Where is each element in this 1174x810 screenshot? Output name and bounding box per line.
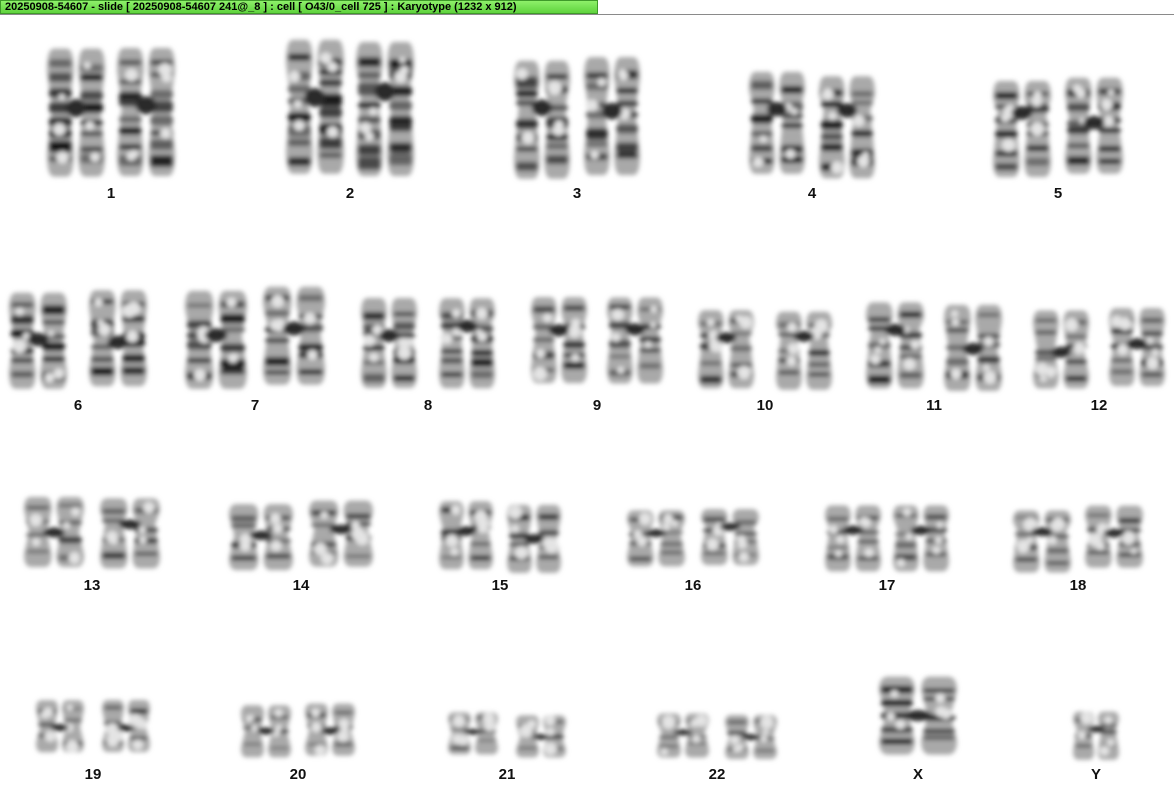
window-title-bar: 20250908-54607 - slide [ 20250908-54607 … [0, 0, 598, 14]
chromosome-label: 17 [878, 577, 896, 594]
chromosome-17-a[interactable] [825, 505, 881, 572]
title-divider [0, 14, 1174, 15]
chromosome-16-a[interactable] [627, 510, 685, 567]
chromosome-1-a[interactable] [47, 48, 105, 177]
chromosome-6-a[interactable] [9, 292, 67, 389]
chromosome-label: Y [1090, 766, 1101, 783]
chromosome-2-b[interactable] [356, 42, 414, 177]
chromosome-label: 8 [423, 397, 433, 414]
chromosome-label: 5 [1053, 185, 1063, 202]
chromosome-label: 1 [106, 185, 116, 202]
chromosome-18-a[interactable] [1013, 510, 1071, 573]
chromosome-6-b[interactable] [89, 290, 147, 387]
chromosome-20-a[interactable] [241, 705, 291, 758]
chromosome-19-a[interactable] [36, 700, 84, 754]
chromosome-x[interactable] [879, 676, 957, 755]
chromosome-label: 9 [592, 397, 602, 414]
chromosome-label: 18 [1069, 577, 1087, 594]
chromosome-label: 2 [345, 185, 355, 202]
chromosome-9-a[interactable] [531, 297, 587, 384]
chromosome-3-b[interactable] [584, 57, 640, 176]
chromosome-8-b[interactable] [439, 298, 495, 389]
chromosome-1-b[interactable] [117, 48, 175, 177]
chromosome-label: 3 [572, 185, 582, 202]
chromosome-13-b[interactable] [100, 498, 160, 569]
chromosome-label: 4 [807, 185, 817, 202]
chromosome-label: 14 [292, 577, 310, 594]
chromosome-y[interactable] [1073, 711, 1119, 760]
chromosome-10-a[interactable] [698, 310, 754, 389]
chromosome-9-b[interactable] [607, 297, 663, 384]
chromosome-13-a[interactable] [24, 496, 84, 567]
chromosome-14-a[interactable] [229, 504, 293, 571]
chromosome-label: 20 [289, 766, 307, 783]
chromosome-label: 6 [73, 397, 83, 414]
chromosome-17-b[interactable] [893, 505, 949, 572]
chromosome-10-b[interactable] [776, 311, 832, 390]
chromosome-7-a[interactable] [185, 290, 247, 389]
chromosome-label: 7 [250, 397, 260, 414]
chromosome-7-b[interactable] [263, 286, 325, 385]
chromosome-16-b[interactable] [701, 509, 759, 566]
chromosome-label: 19 [84, 766, 102, 783]
chromosome-label: X [912, 766, 923, 783]
chromosome-2-a[interactable] [286, 39, 344, 174]
chromosome-4-b[interactable] [819, 76, 875, 179]
chromosome-label: 22 [708, 766, 726, 783]
chromosome-label: 10 [756, 397, 774, 414]
chromosome-15-b[interactable] [507, 504, 561, 573]
chromosome-19-b[interactable] [102, 699, 150, 752]
window-title: 20250908-54607 - slide [ 20250908-54607 … [5, 1, 517, 13]
chromosome-label: 21 [498, 766, 516, 783]
chromosome-21-b[interactable] [516, 714, 566, 758]
chromosome-12-b[interactable] [1109, 308, 1165, 387]
chromosome-label: 16 [684, 577, 702, 594]
chromosome-4-a[interactable] [749, 71, 805, 174]
chromosome-label: 15 [491, 577, 509, 594]
chromosome-5-a[interactable] [993, 81, 1051, 178]
chromosome-label: 12 [1090, 397, 1108, 414]
chromosome-label: 13 [83, 577, 101, 594]
chromosome-11-a[interactable] [866, 302, 924, 389]
chromosome-18-b[interactable] [1085, 505, 1143, 568]
chromosome-22-b[interactable] [725, 714, 777, 759]
chromosome-20-b[interactable] [305, 703, 355, 756]
chromosome-11-b[interactable] [944, 304, 1002, 391]
chromosome-label: 11 [926, 397, 942, 414]
chromosome-12-a[interactable] [1033, 310, 1089, 389]
chromosome-8-a[interactable] [361, 298, 417, 389]
chromosome-14-b[interactable] [309, 500, 373, 567]
chromosome-21-a[interactable] [448, 712, 498, 755]
chromosome-5-b[interactable] [1065, 77, 1123, 174]
chromosome-22-a[interactable] [657, 713, 709, 758]
chromosome-3-a[interactable] [514, 60, 570, 179]
chromosome-15-a[interactable] [439, 501, 493, 570]
